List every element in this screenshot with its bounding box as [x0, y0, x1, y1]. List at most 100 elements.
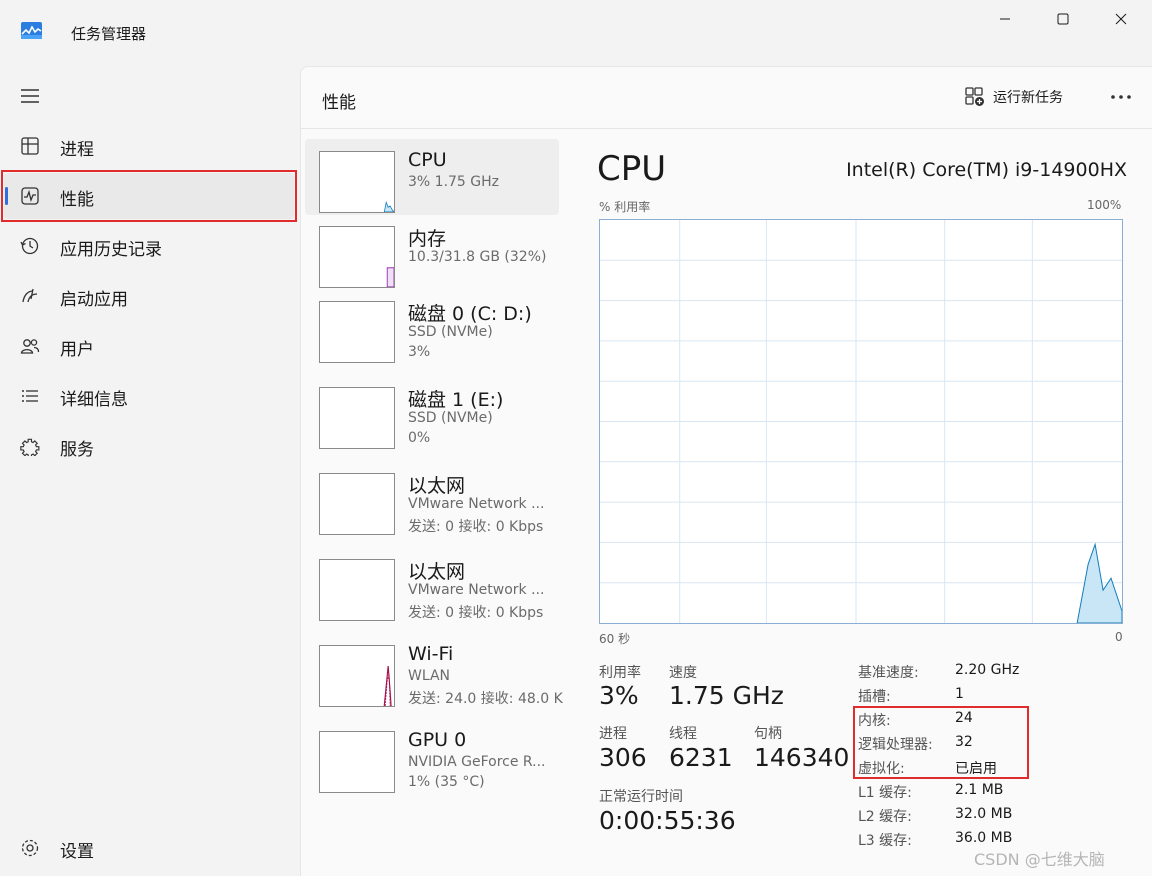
run-task-icon — [965, 87, 984, 106]
spec-value: 1 — [955, 686, 964, 702]
sidebar-item-startup-apps[interactable]: 启动应用 — [4, 273, 294, 319]
spec-value: 2.20 GHz — [955, 662, 1020, 678]
cpu-utilization-graph — [599, 219, 1123, 624]
spec-label: L1 缓存: — [858, 785, 912, 801]
device-item-cpu[interactable]: CPU 3% 1.75 GHz — [305, 139, 559, 215]
utilization-value: 3% — [599, 681, 639, 710]
hamburger-menu-icon[interactable] — [20, 88, 40, 104]
startup-icon — [22, 288, 38, 303]
processes-value: 306 — [599, 743, 647, 772]
more-options-icon — [1111, 95, 1131, 99]
device-name: GPU 0 — [408, 729, 467, 751]
spec-label: 基准速度: — [858, 665, 919, 681]
detail-header: CPU Intel(R) Core(TM) i9-14900HX — [597, 139, 1127, 199]
more-options-button[interactable] — [1109, 83, 1133, 111]
device-item-wifi[interactable]: Wi-Fi WLAN 发送: 24.0 接收: 48.0 K — [305, 633, 563, 719]
annotation-highlight-box — [1, 170, 297, 222]
watermark: CSDN @七维大脑 — [974, 850, 1105, 869]
uptime-value: 0:00:55:36 — [599, 806, 736, 835]
sidebar-item-services[interactable]: 服务 — [4, 423, 294, 469]
page-title: 性能 — [322, 93, 356, 113]
minimize-icon — [1000, 18, 1010, 20]
users-icon — [20, 339, 40, 354]
sidebar-item-label: 启动应用 — [60, 290, 128, 310]
device-detail: VMware Network ... — [408, 582, 545, 598]
handles-value: 146340 — [754, 743, 850, 772]
close-icon — [1115, 13, 1127, 25]
device-item-ethernet-2[interactable]: 以太网 VMware Network ... 发送: 0 接收: 0 Kbps — [305, 547, 559, 633]
device-detail-secondary: 发送: 24.0 接收: 48.0 K — [408, 691, 563, 707]
device-item-ethernet-1[interactable]: 以太网 VMware Network ... 发送: 0 接收: 0 Kbps — [305, 461, 559, 547]
close-button[interactable] — [1098, 0, 1144, 38]
device-name: 内存 — [408, 228, 447, 250]
run-new-task-button[interactable]: 运行新任务 — [965, 85, 1063, 109]
spec-value: 2.1 MB — [955, 782, 1004, 798]
ethernet-2-thumbnail-graph — [319, 559, 395, 621]
utilization-label: 利用率 — [599, 665, 641, 681]
disk-1-thumbnail-graph — [319, 387, 395, 449]
sidebar-item-app-history[interactable]: 应用历史记录 — [4, 223, 294, 269]
sidebar-item-users[interactable]: 用户 — [4, 323, 294, 369]
device-detail: WLAN — [408, 668, 451, 684]
sidebar-item-label: 应用历史记录 — [60, 240, 162, 260]
annotation-highlight-box — [853, 706, 1029, 779]
sidebar-item-label: 详细信息 — [60, 390, 128, 410]
speed-label: 速度 — [669, 665, 697, 681]
processes-icon — [21, 137, 39, 155]
device-detail: SSD (NVMe) — [408, 410, 493, 426]
minimize-button[interactable] — [982, 0, 1028, 38]
device-detail: 3% 1.75 GHz — [408, 174, 500, 190]
services-icon — [20, 438, 40, 456]
graph-x-right-label: 0 — [1115, 630, 1123, 644]
detail-title: CPU — [597, 149, 667, 189]
device-detail: 10.3/31.8 GB (32%) — [408, 249, 547, 265]
sidebar-item-label: 进程 — [60, 140, 94, 160]
graph-y-max-label: 100% — [1087, 198, 1122, 212]
disk-0-thumbnail-graph — [319, 301, 395, 363]
details-icon — [22, 390, 38, 402]
device-name: Wi-Fi — [408, 643, 454, 665]
device-detail-secondary: 3% — [408, 344, 431, 360]
device-name: 磁盘 0 (C: D:) — [408, 303, 532, 325]
gpu-0-thumbnail-graph — [319, 731, 395, 793]
graph-y-axis-label: % 利用率 — [599, 200, 651, 214]
sidebar-item-label: 用户 — [60, 340, 94, 360]
window-title: 任务管理器 — [71, 25, 147, 43]
cpu-model: Intel(R) Core(TM) i9-14900HX — [846, 159, 1127, 181]
sidebar-item-details[interactable]: 详细信息 — [4, 373, 294, 419]
settings-gear-icon — [21, 839, 39, 857]
spec-value: 32.0 MB — [955, 806, 1013, 822]
history-icon — [20, 237, 39, 255]
sidebar-item-label: 设置 — [60, 842, 94, 862]
threads-value: 6231 — [669, 743, 733, 772]
spec-label: L2 缓存: — [858, 809, 912, 825]
processes-label: 进程 — [599, 726, 627, 742]
device-detail: NVIDIA GeForce R... — [408, 754, 546, 770]
device-detail: SSD (NVMe) — [408, 324, 493, 340]
maximize-button[interactable] — [1040, 0, 1086, 38]
graph-x-left-label: 60 秒 — [599, 632, 631, 646]
memory-thumbnail-graph — [319, 226, 395, 288]
device-item-disk-1[interactable]: 磁盘 1 (E:) SSD (NVMe) 0% — [305, 375, 559, 461]
content-header: 性能 运行新任务 — [301, 67, 1152, 129]
sidebar-item-processes[interactable]: 进程 — [4, 123, 294, 169]
device-detail-secondary: 1% (35 °C) — [408, 774, 485, 790]
sidebar-item-settings[interactable]: 设置 — [4, 825, 294, 871]
handles-label: 句柄 — [754, 726, 782, 742]
threads-label: 线程 — [669, 726, 697, 742]
device-detail: VMware Network ... — [408, 496, 545, 512]
wifi-thumbnail-graph — [319, 645, 395, 707]
device-name: CPU — [408, 149, 447, 171]
sidebar-item-label: 服务 — [60, 440, 94, 460]
device-detail-secondary: 发送: 0 接收: 0 Kbps — [408, 519, 544, 535]
device-detail-secondary: 发送: 0 接收: 0 Kbps — [408, 605, 544, 621]
device-item-gpu-0[interactable]: GPU 0 NVIDIA GeForce R... 1% (35 °C) — [305, 719, 559, 805]
task-manager-logo-icon — [21, 22, 42, 39]
device-name: 以太网 — [408, 475, 466, 497]
device-detail-secondary: 0% — [408, 430, 431, 446]
speed-value: 1.75 GHz — [669, 681, 784, 710]
device-item-disk-0[interactable]: 磁盘 0 (C: D:) SSD (NVMe) 3% — [305, 289, 559, 375]
cpu-thumbnail-graph — [319, 151, 395, 213]
device-item-memory[interactable]: 内存 10.3/31.8 GB (32%) — [305, 214, 559, 290]
device-name: 磁盘 1 (E:) — [408, 389, 504, 411]
